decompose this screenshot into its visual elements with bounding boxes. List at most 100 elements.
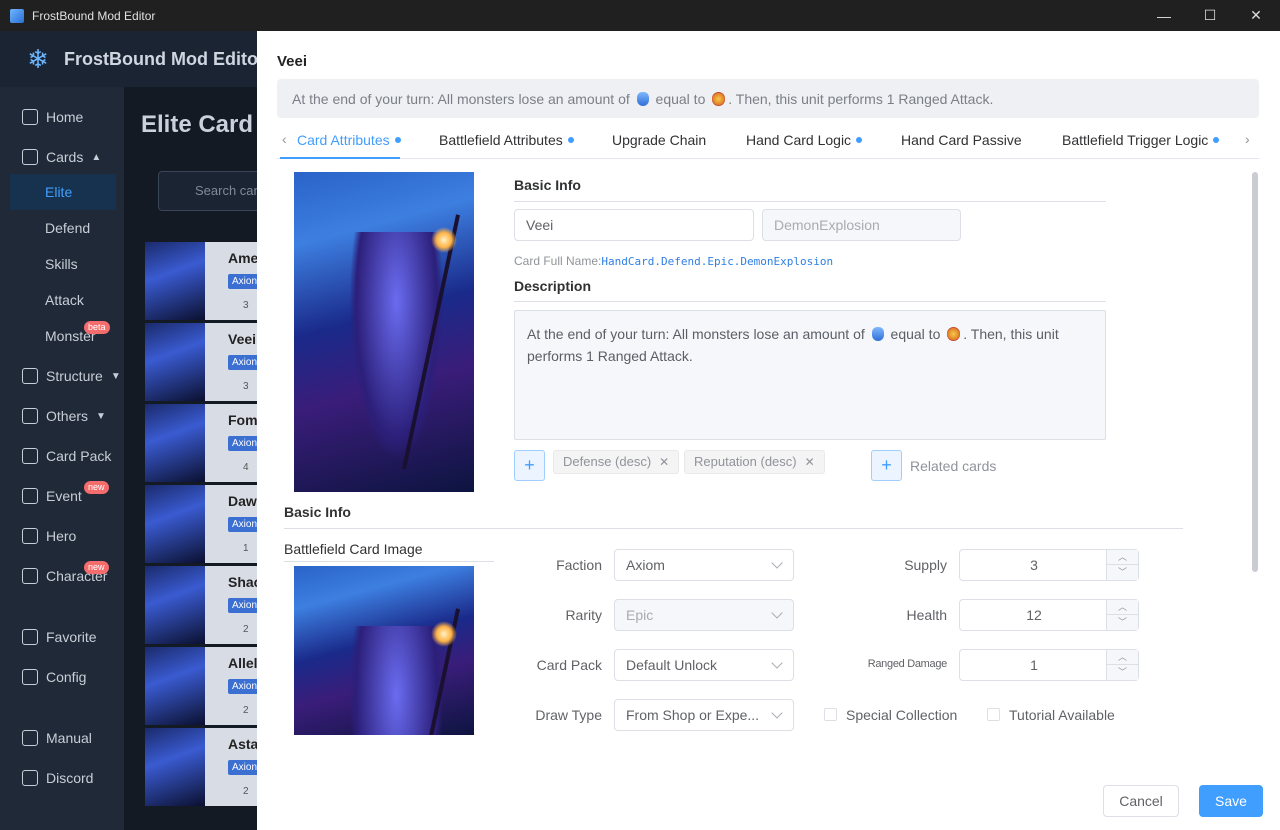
modified-dot	[394, 137, 401, 143]
scrollbar[interactable]	[1252, 172, 1258, 572]
sidebar-item-cards[interactable]: Cards ▲	[0, 139, 124, 175]
tab-hand-card-passive[interactable]: Hand Card Passive	[901, 132, 1022, 148]
card-pack-select[interactable]: Default Unlock	[614, 649, 794, 681]
chevron-up-icon[interactable]: ︿	[1107, 550, 1138, 565]
tab-label: Upgrade Chain	[612, 132, 707, 148]
others-icon	[22, 408, 38, 424]
card-pack-icon	[22, 448, 38, 464]
ranged-damage-stepper[interactable]: 1 ︿ ﹀	[959, 649, 1139, 681]
sidebar-item-structure[interactable]: Structure ▼	[0, 358, 124, 394]
sidebar-item-monster[interactable]: Monster beta	[0, 318, 124, 354]
maximize-button[interactable]: ☐	[1187, 0, 1233, 31]
sidebar-item-character[interactable]: Character new	[0, 558, 124, 594]
window-title: FrostBound Mod Editor	[32, 8, 156, 23]
tutorial-available-label: Tutorial Available	[1009, 707, 1115, 723]
chevron-up-icon: ▲	[91, 151, 102, 163]
drawer-title: Veei	[277, 53, 308, 70]
add-related-card-button[interactable]: +	[871, 450, 902, 481]
tab-battlefield-trigger-logic[interactable]: Battlefield Trigger Logic	[1062, 132, 1220, 148]
chevron-down-icon[interactable]: ﹀	[1107, 665, 1138, 680]
section-title-basic-info-2: Basic Info	[284, 504, 351, 520]
special-collection-checkbox[interactable]	[824, 708, 837, 721]
sidebar-item-skills[interactable]: Skills	[0, 246, 124, 282]
sidebar-item-label: Elite	[45, 184, 73, 200]
chevron-up-icon[interactable]: ︿	[1107, 650, 1138, 665]
select-value: From Shop or Expe...	[626, 707, 760, 723]
card-thumbnail	[145, 728, 205, 806]
stepper-controls: ︿ ﹀	[1106, 550, 1138, 580]
card-full-name: Card Full Name:HandCard.Defend.Epic.Demo…	[514, 254, 833, 268]
card-cost: 3	[243, 300, 249, 311]
tab-hand-card-logic[interactable]: Hand Card Logic	[746, 132, 863, 148]
draw-type-select[interactable]: From Shop or Expe...	[614, 699, 794, 731]
sidebar-item-config[interactable]: Config	[0, 659, 124, 695]
desc-text: At the end of your turn: All monsters lo…	[292, 91, 630, 107]
card-name: Veei	[228, 331, 257, 347]
sidebar-item-event[interactable]: Event new	[0, 478, 124, 514]
sidebar-item-label: Skills	[45, 256, 78, 272]
card-thumbnail	[145, 323, 205, 401]
chevron-down-icon[interactable]: ﹀	[1107, 615, 1138, 630]
sidebar-item-home[interactable]: Home	[0, 99, 124, 135]
add-keyword-button[interactable]: +	[514, 450, 545, 481]
sidebar-item-manual[interactable]: Manual	[0, 720, 124, 756]
active-tab-indicator	[280, 157, 400, 159]
chevron-up-icon[interactable]: ︿	[1107, 600, 1138, 615]
hand-card-image[interactable]	[294, 172, 474, 492]
stepper-value: 1	[1030, 657, 1038, 673]
modified-dot	[856, 137, 863, 143]
card-name-input[interactable]: Veei	[514, 209, 754, 241]
supply-stepper[interactable]: 3 ︿ ﹀	[959, 549, 1139, 581]
description-textarea[interactable]: At the end of your turn: All monsters lo…	[514, 310, 1106, 440]
health-label: Health	[906, 607, 947, 623]
sidebar-item-hero[interactable]: Hero	[0, 518, 124, 554]
sidebar-item-others[interactable]: Others ▼	[0, 398, 124, 434]
sidebar-item-label: Structure	[46, 368, 103, 384]
user-icon	[22, 528, 38, 544]
rarity-label: Rarity	[565, 607, 602, 623]
card-name: Allel	[228, 655, 258, 671]
sidebar-item-card-pack[interactable]: Card Pack	[0, 438, 124, 474]
tab-battlefield-attributes[interactable]: Battlefield Attributes	[439, 132, 574, 148]
page-title: Elite Card	[141, 111, 254, 138]
related-cards-label: Related cards	[910, 458, 997, 474]
card-thumbnail	[145, 242, 205, 320]
sidebar-item-label: Attack	[45, 292, 84, 308]
close-window-button[interactable]: ✕	[1233, 0, 1279, 31]
stepper-value: 3	[1030, 557, 1038, 573]
tab-next-icon[interactable]: ›	[1245, 131, 1250, 147]
sidebar-item-label: Defend	[45, 220, 91, 236]
modified-dot	[567, 137, 574, 143]
faction-label: Faction	[556, 557, 602, 573]
close-icon[interactable]: ✕	[805, 455, 815, 469]
save-button[interactable]: Save	[1199, 785, 1263, 817]
book-icon	[22, 730, 38, 746]
sidebar-item-attack[interactable]: Attack	[0, 282, 124, 318]
cancel-button[interactable]: Cancel	[1103, 785, 1179, 817]
tab-prev-icon[interactable]: ‹	[282, 131, 287, 147]
sidebar-item-discord[interactable]: Discord	[0, 760, 124, 796]
tab-card-attributes[interactable]: Card Attributes	[297, 132, 401, 148]
divider	[514, 201, 1106, 202]
tab-upgrade-chain[interactable]: Upgrade Chain	[612, 132, 706, 148]
close-icon[interactable]: ✕	[659, 455, 669, 469]
user-icon	[22, 568, 38, 584]
sidebar-item-defend[interactable]: Defend	[0, 210, 124, 246]
beta-badge: beta	[84, 321, 110, 334]
chevron-down-icon[interactable]: ﹀	[1107, 565, 1138, 580]
app-icon	[10, 8, 24, 23]
select-value: Epic	[626, 607, 654, 623]
sidebar-item-elite[interactable]: Elite	[10, 174, 116, 210]
card-cost: 2	[243, 786, 249, 797]
minimize-button[interactable]: —	[1141, 0, 1187, 31]
chevron-down-icon	[771, 707, 783, 719]
faction-select[interactable]: Axiom	[614, 549, 794, 581]
sidebar-item-label: Event	[46, 488, 82, 504]
card-pack-label: Card Pack	[536, 657, 602, 673]
tab-label: Card Attributes	[297, 132, 390, 148]
sidebar-item-favorite[interactable]: Favorite	[0, 619, 124, 655]
home-icon	[22, 109, 38, 125]
tutorial-available-checkbox[interactable]	[987, 708, 1000, 721]
health-stepper[interactable]: 12 ︿ ﹀	[959, 599, 1139, 631]
battlefield-card-image[interactable]	[294, 566, 474, 735]
